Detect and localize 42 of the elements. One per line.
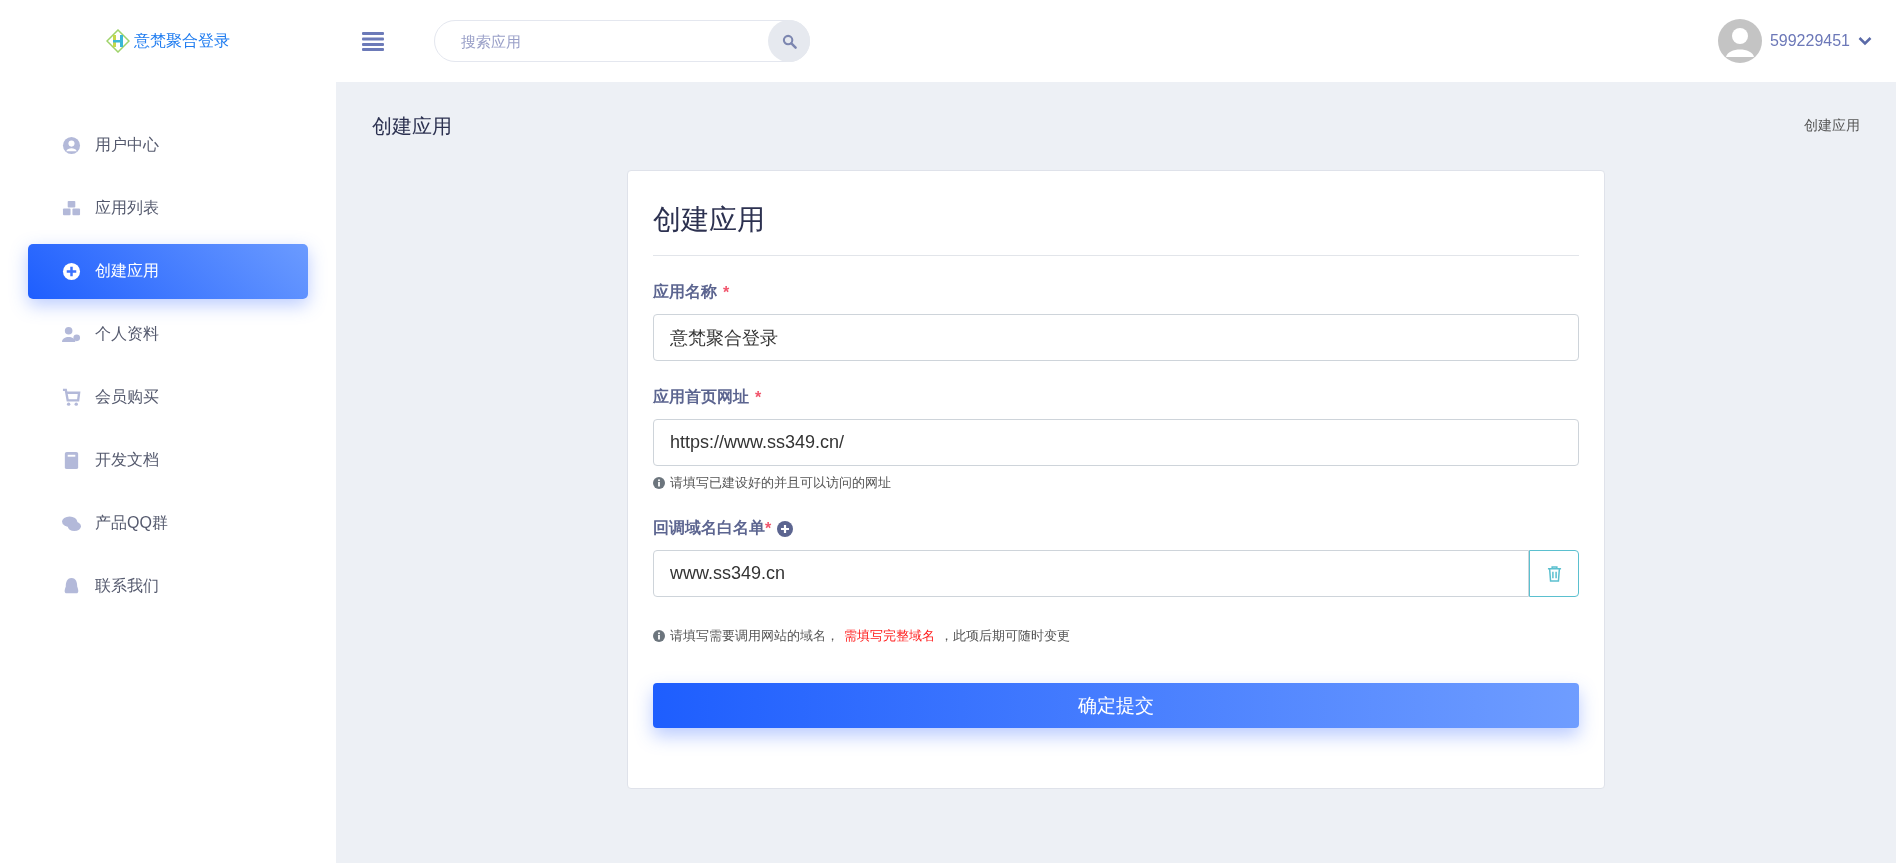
add-icon[interactable] xyxy=(777,520,794,537)
username[interactable]: 599229451 xyxy=(1769,32,1850,50)
menu-icon[interactable] xyxy=(362,31,384,51)
field-label: 回调域名白名单 xyxy=(653,518,765,538)
chevron-down-icon[interactable] xyxy=(1858,36,1872,46)
logo-icon xyxy=(106,29,130,53)
search-button[interactable] xyxy=(768,20,810,62)
sidebar-item[interactable]: 个人资料 xyxy=(28,307,308,362)
sidebar-item[interactable]: 创建应用 xyxy=(28,244,308,299)
logo-text: 意梵聚合登录 xyxy=(134,30,230,51)
required-mark: * xyxy=(755,388,762,407)
delete-button[interactable] xyxy=(1529,550,1579,597)
sidebar-item[interactable]: 联系我们 xyxy=(28,559,308,614)
sidebar-item[interactable]: 用户中心 xyxy=(28,118,308,173)
field-label: 应用名称 xyxy=(653,282,717,302)
info-icon xyxy=(653,477,665,489)
form-title: 创建应用 xyxy=(653,201,1579,256)
breadcrumb[interactable]: 创建应用 xyxy=(1804,117,1860,135)
cart-icon xyxy=(62,388,81,407)
search-icon xyxy=(781,33,797,49)
search-input[interactable]: 搜索应用 xyxy=(459,31,768,51)
plus-circle-icon xyxy=(62,262,81,281)
chat-bubbles-icon xyxy=(62,514,81,533)
sidebar-item[interactable]: 会员购买 xyxy=(28,370,308,425)
trash-icon xyxy=(1546,564,1562,583)
required-mark: * xyxy=(765,519,772,538)
info-icon xyxy=(653,630,665,642)
book-icon xyxy=(62,451,81,470)
sidebar-item[interactable]: 应用列表 xyxy=(28,181,308,236)
hint-text: 请填写已建设好的并且可以访问的网址 xyxy=(653,474,1579,492)
input-field[interactable]: www.ss349.cn xyxy=(653,550,1529,597)
required-mark: * xyxy=(723,283,730,302)
user-circle-icon xyxy=(62,136,81,155)
cubes-icon xyxy=(62,199,81,218)
input-field[interactable]: https://www.ss349.cn/ xyxy=(653,419,1579,466)
input-field[interactable]: 意梵聚合登录 xyxy=(653,314,1579,361)
sidebar-item[interactable]: 产品QQ群 xyxy=(28,496,308,551)
field-label: 应用首页网址 xyxy=(653,387,749,407)
sidebar-item[interactable]: 开发文档 xyxy=(28,433,308,488)
submit-button[interactable]: 确定提交 xyxy=(653,683,1579,728)
hint-text: 请填写需要调用网站的域名， 需填写完整域名 ，此项后期可随时变更 xyxy=(653,627,1579,645)
page-title: 创建应用 xyxy=(372,113,452,139)
